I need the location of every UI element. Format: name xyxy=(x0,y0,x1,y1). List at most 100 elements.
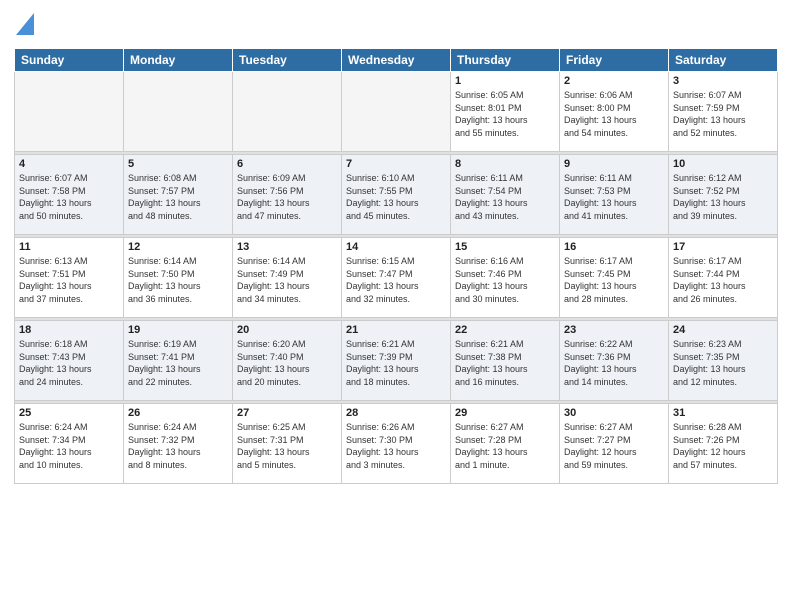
calendar-header-row: SundayMondayTuesdayWednesdayThursdayFrid… xyxy=(15,49,778,72)
day-number: 1 xyxy=(455,75,555,87)
day-number: 2 xyxy=(564,75,664,87)
calendar-day: 10 Sunrise: 6:12 AMSunset: 7:52 PMDaylig… xyxy=(669,155,778,235)
day-number: 22 xyxy=(455,324,555,336)
calendar-header-wednesday: Wednesday xyxy=(342,49,451,72)
day-number: 7 xyxy=(346,158,446,170)
calendar-day: 11 Sunrise: 6:13 AMSunset: 7:51 PMDaylig… xyxy=(15,238,124,318)
day-number: 10 xyxy=(673,158,773,170)
calendar-day: 28 Sunrise: 6:26 AMSunset: 7:30 PMDaylig… xyxy=(342,404,451,484)
day-number: 3 xyxy=(673,75,773,87)
day-number: 8 xyxy=(455,158,555,170)
calendar-week-row: 4 Sunrise: 6:07 AMSunset: 7:58 PMDayligh… xyxy=(15,155,778,235)
calendar-week-row: 18 Sunrise: 6:18 AMSunset: 7:43 PMDaylig… xyxy=(15,321,778,401)
calendar-header-saturday: Saturday xyxy=(669,49,778,72)
calendar-header-monday: Monday xyxy=(124,49,233,72)
day-content: Sunrise: 6:14 AMSunset: 7:50 PMDaylight:… xyxy=(128,255,228,305)
day-number: 11 xyxy=(19,241,119,253)
calendar-week-row: 1 Sunrise: 6:05 AMSunset: 8:01 PMDayligh… xyxy=(15,72,778,152)
calendar-day: 3 Sunrise: 6:07 AMSunset: 7:59 PMDayligh… xyxy=(669,72,778,152)
day-number: 13 xyxy=(237,241,337,253)
day-number: 27 xyxy=(237,407,337,419)
calendar-header-sunday: Sunday xyxy=(15,49,124,72)
day-number: 24 xyxy=(673,324,773,336)
day-number: 16 xyxy=(564,241,664,253)
logo-triangle-icon xyxy=(16,13,34,35)
calendar-day: 15 Sunrise: 6:16 AMSunset: 7:46 PMDaylig… xyxy=(451,238,560,318)
calendar-day xyxy=(124,72,233,152)
day-content: Sunrise: 6:18 AMSunset: 7:43 PMDaylight:… xyxy=(19,338,119,388)
day-content: Sunrise: 6:15 AMSunset: 7:47 PMDaylight:… xyxy=(346,255,446,305)
day-number: 6 xyxy=(237,158,337,170)
day-number: 5 xyxy=(128,158,228,170)
day-content: Sunrise: 6:13 AMSunset: 7:51 PMDaylight:… xyxy=(19,255,119,305)
day-number: 20 xyxy=(237,324,337,336)
day-content: Sunrise: 6:07 AMSunset: 7:58 PMDaylight:… xyxy=(19,172,119,222)
calendar-day: 1 Sunrise: 6:05 AMSunset: 8:01 PMDayligh… xyxy=(451,72,560,152)
calendar-day: 7 Sunrise: 6:10 AMSunset: 7:55 PMDayligh… xyxy=(342,155,451,235)
day-content: Sunrise: 6:27 AMSunset: 7:27 PMDaylight:… xyxy=(564,421,664,471)
calendar-day: 21 Sunrise: 6:21 AMSunset: 7:39 PMDaylig… xyxy=(342,321,451,401)
day-content: Sunrise: 6:10 AMSunset: 7:55 PMDaylight:… xyxy=(346,172,446,222)
calendar-header-friday: Friday xyxy=(560,49,669,72)
calendar-week-row: 25 Sunrise: 6:24 AMSunset: 7:34 PMDaylig… xyxy=(15,404,778,484)
day-number: 12 xyxy=(128,241,228,253)
day-number: 19 xyxy=(128,324,228,336)
calendar-day: 8 Sunrise: 6:11 AMSunset: 7:54 PMDayligh… xyxy=(451,155,560,235)
calendar-day: 17 Sunrise: 6:17 AMSunset: 7:44 PMDaylig… xyxy=(669,238,778,318)
day-number: 25 xyxy=(19,407,119,419)
page: SundayMondayTuesdayWednesdayThursdayFrid… xyxy=(0,0,792,612)
day-content: Sunrise: 6:14 AMSunset: 7:49 PMDaylight:… xyxy=(237,255,337,305)
calendar-day: 18 Sunrise: 6:18 AMSunset: 7:43 PMDaylig… xyxy=(15,321,124,401)
calendar-header-tuesday: Tuesday xyxy=(233,49,342,72)
calendar-day: 6 Sunrise: 6:09 AMSunset: 7:56 PMDayligh… xyxy=(233,155,342,235)
calendar-day: 30 Sunrise: 6:27 AMSunset: 7:27 PMDaylig… xyxy=(560,404,669,484)
day-content: Sunrise: 6:26 AMSunset: 7:30 PMDaylight:… xyxy=(346,421,446,471)
day-content: Sunrise: 6:28 AMSunset: 7:26 PMDaylight:… xyxy=(673,421,773,471)
day-number: 15 xyxy=(455,241,555,253)
day-content: Sunrise: 6:12 AMSunset: 7:52 PMDaylight:… xyxy=(673,172,773,222)
calendar-day xyxy=(15,72,124,152)
day-content: Sunrise: 6:06 AMSunset: 8:00 PMDaylight:… xyxy=(564,89,664,139)
calendar-day: 25 Sunrise: 6:24 AMSunset: 7:34 PMDaylig… xyxy=(15,404,124,484)
calendar-day: 9 Sunrise: 6:11 AMSunset: 7:53 PMDayligh… xyxy=(560,155,669,235)
calendar-day: 26 Sunrise: 6:24 AMSunset: 7:32 PMDaylig… xyxy=(124,404,233,484)
day-content: Sunrise: 6:22 AMSunset: 7:36 PMDaylight:… xyxy=(564,338,664,388)
calendar-day: 20 Sunrise: 6:20 AMSunset: 7:40 PMDaylig… xyxy=(233,321,342,401)
day-number: 30 xyxy=(564,407,664,419)
calendar-day: 24 Sunrise: 6:23 AMSunset: 7:35 PMDaylig… xyxy=(669,321,778,401)
day-number: 28 xyxy=(346,407,446,419)
calendar-day xyxy=(342,72,451,152)
day-content: Sunrise: 6:19 AMSunset: 7:41 PMDaylight:… xyxy=(128,338,228,388)
day-content: Sunrise: 6:27 AMSunset: 7:28 PMDaylight:… xyxy=(455,421,555,471)
day-number: 23 xyxy=(564,324,664,336)
calendar-week-row: 11 Sunrise: 6:13 AMSunset: 7:51 PMDaylig… xyxy=(15,238,778,318)
calendar-day: 12 Sunrise: 6:14 AMSunset: 7:50 PMDaylig… xyxy=(124,238,233,318)
day-content: Sunrise: 6:05 AMSunset: 8:01 PMDaylight:… xyxy=(455,89,555,139)
day-number: 21 xyxy=(346,324,446,336)
day-number: 31 xyxy=(673,407,773,419)
day-content: Sunrise: 6:24 AMSunset: 7:32 PMDaylight:… xyxy=(128,421,228,471)
day-content: Sunrise: 6:07 AMSunset: 7:59 PMDaylight:… xyxy=(673,89,773,139)
day-content: Sunrise: 6:17 AMSunset: 7:44 PMDaylight:… xyxy=(673,255,773,305)
day-number: 18 xyxy=(19,324,119,336)
calendar-day: 2 Sunrise: 6:06 AMSunset: 8:00 PMDayligh… xyxy=(560,72,669,152)
day-number: 17 xyxy=(673,241,773,253)
day-content: Sunrise: 6:09 AMSunset: 7:56 PMDaylight:… xyxy=(237,172,337,222)
day-content: Sunrise: 6:21 AMSunset: 7:39 PMDaylight:… xyxy=(346,338,446,388)
calendar-day: 5 Sunrise: 6:08 AMSunset: 7:57 PMDayligh… xyxy=(124,155,233,235)
calendar-day: 14 Sunrise: 6:15 AMSunset: 7:47 PMDaylig… xyxy=(342,238,451,318)
day-number: 9 xyxy=(564,158,664,170)
day-content: Sunrise: 6:11 AMSunset: 7:54 PMDaylight:… xyxy=(455,172,555,222)
calendar-day: 31 Sunrise: 6:28 AMSunset: 7:26 PMDaylig… xyxy=(669,404,778,484)
day-number: 14 xyxy=(346,241,446,253)
day-number: 26 xyxy=(128,407,228,419)
calendar-day xyxy=(233,72,342,152)
calendar-day: 22 Sunrise: 6:21 AMSunset: 7:38 PMDaylig… xyxy=(451,321,560,401)
day-content: Sunrise: 6:21 AMSunset: 7:38 PMDaylight:… xyxy=(455,338,555,388)
calendar-day: 19 Sunrise: 6:19 AMSunset: 7:41 PMDaylig… xyxy=(124,321,233,401)
calendar-table: SundayMondayTuesdayWednesdayThursdayFrid… xyxy=(14,48,778,484)
day-content: Sunrise: 6:16 AMSunset: 7:46 PMDaylight:… xyxy=(455,255,555,305)
day-content: Sunrise: 6:08 AMSunset: 7:57 PMDaylight:… xyxy=(128,172,228,222)
day-content: Sunrise: 6:23 AMSunset: 7:35 PMDaylight:… xyxy=(673,338,773,388)
calendar-day: 27 Sunrise: 6:25 AMSunset: 7:31 PMDaylig… xyxy=(233,404,342,484)
